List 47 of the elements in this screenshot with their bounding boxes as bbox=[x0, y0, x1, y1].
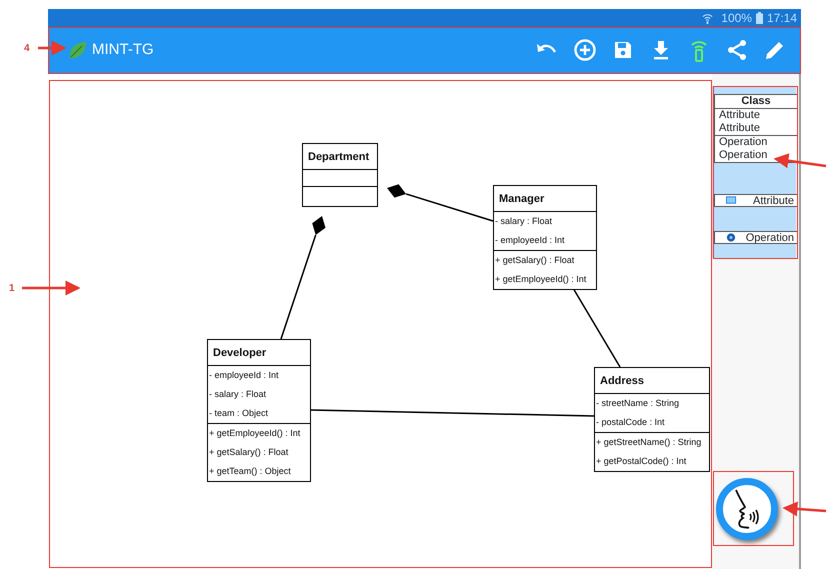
callout-arrow bbox=[22, 280, 80, 296]
operation-text: + getTeam() : Object bbox=[208, 465, 292, 478]
class-box[interactable]: Manager - salary : Float - employeeId : Int + getSalary() : Float + getEmployeeId() : Int bbox=[493, 185, 597, 290]
template-class-name: Class bbox=[715, 95, 797, 109]
class-name: Manager bbox=[494, 186, 596, 212]
operation-text: + getSalary() : Float bbox=[208, 446, 290, 459]
clock-time: 17:14 bbox=[766, 10, 797, 27]
operation-text: + getEmployeeId() : Int bbox=[494, 273, 588, 286]
template-operation: Operation bbox=[719, 149, 768, 162]
gear-icon bbox=[725, 232, 737, 243]
attribute-text: - salary : Float bbox=[208, 388, 268, 401]
operation-text: + getEmployeeId() : Int bbox=[208, 427, 302, 440]
attribute-text: - employeeId : Int bbox=[494, 234, 566, 247]
add-icon[interactable] bbox=[573, 38, 597, 62]
callout-arrow bbox=[782, 501, 826, 516]
wifi-icon bbox=[702, 12, 714, 24]
class-name: Address bbox=[595, 368, 709, 394]
class-name: Developer bbox=[208, 340, 310, 366]
operation-text: + getSalary() : Float bbox=[494, 254, 576, 267]
battery-icon bbox=[756, 12, 763, 24]
attribute-text: - team : Object bbox=[208, 407, 270, 420]
leaf-icon bbox=[68, 40, 88, 60]
share-icon[interactable] bbox=[725, 38, 749, 62]
attribute-text: - streetName : String bbox=[595, 397, 680, 410]
operation-text: + getPostalCode() : Int bbox=[595, 455, 688, 468]
class-box[interactable]: Developer - employeeId : Int - salary : Float - team : Object + getEmployeeId() : Int + getSalary() : Float + getTeam() : Object bbox=[207, 339, 311, 482]
callout-number: 1 bbox=[9, 282, 15, 296]
attribute-text: - salary : Float bbox=[494, 215, 554, 228]
palette-item[interactable]: Operation bbox=[714, 231, 798, 244]
template-operation: Operation bbox=[719, 136, 768, 149]
callout-arrow bbox=[38, 40, 66, 56]
callout-arrow bbox=[774, 153, 826, 168]
class-box[interactable]: Department bbox=[302, 143, 378, 207]
operation-text: + getStreetName() : String bbox=[595, 436, 702, 449]
battery-percent: 100% bbox=[721, 10, 752, 27]
attribute-text: - postalCode : Int bbox=[595, 416, 666, 429]
palette-item[interactable]: Attribute bbox=[714, 194, 798, 207]
callout-number: 4 bbox=[24, 42, 30, 56]
class-name: Department bbox=[303, 144, 377, 170]
class-template[interactable]: Class Attribute Attribute Operation Operation bbox=[714, 94, 798, 163]
class-box[interactable]: Address - streetName : String - postalCode : Int + getStreetName() : String + getPostalCode() : Int bbox=[594, 367, 710, 472]
template-attribute: Attribute bbox=[719, 109, 761, 122]
attribute-icon bbox=[725, 195, 737, 206]
attribute-text: - employeeId : Int bbox=[208, 369, 280, 382]
app-title: MINT-TG bbox=[92, 40, 154, 60]
template-attribute: Attribute bbox=[719, 122, 761, 135]
voice-button[interactable] bbox=[716, 478, 778, 540]
